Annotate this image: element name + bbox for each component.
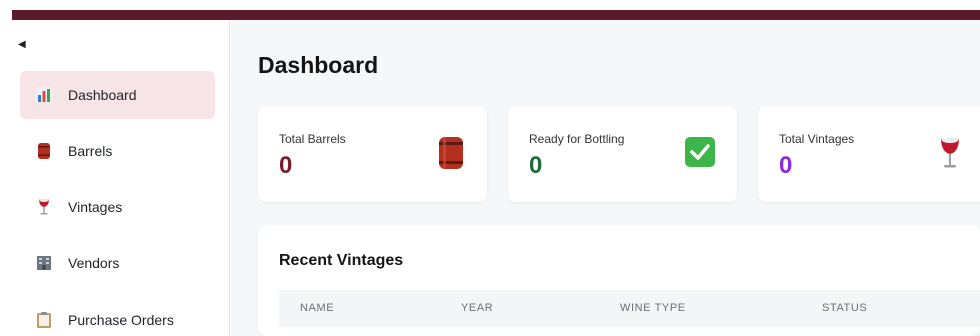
caret-left-icon: ◀ [18,39,26,50]
barrel-icon [34,141,54,161]
sidebar: ◀ Dashboard Barrels Vintages Vendors Pur… [0,20,230,336]
stat-label: Total Barrels [279,132,346,146]
brand-stripe [12,10,980,20]
stat-card-total-vintages: Total Vintages 0 [758,106,980,202]
recent-vintages-panel: Recent Vintages NAME YEAR WINE TYPE STAT… [258,225,980,336]
sidebar-item-label: Vintages [68,199,123,215]
column-header-status[interactable]: STATUS [822,302,867,314]
section-title: Recent Vintages [279,252,404,269]
sidebar-item-vintages[interactable]: Vintages [20,183,215,231]
sidebar-item-label: Purchase Orders [68,312,174,328]
sidebar-item-vendors[interactable]: Vendors [20,239,215,287]
column-header-year[interactable]: YEAR [461,302,493,314]
stat-value: 0 [779,152,793,179]
stat-value: 0 [279,152,293,179]
building-icon [34,253,54,273]
barrel-icon [434,136,468,172]
wine-glass-icon [934,136,968,172]
wine-glass-icon [34,197,54,217]
stat-value: 0 [529,152,543,179]
sidebar-item-purchase-orders[interactable]: Purchase Orders [20,296,215,336]
sidebar-item-barrels[interactable]: Barrels [20,127,215,175]
sidebar-item-dashboard[interactable]: Dashboard [20,71,215,119]
collapse-sidebar-button[interactable]: ◀ [18,40,26,50]
sidebar-item-label: Dashboard [68,87,137,103]
column-header-name[interactable]: NAME [300,302,334,314]
page-title: Dashboard [258,52,379,78]
bar-chart-icon [34,85,54,105]
main-content: Dashboard Total Barrels 0 Ready for Bott… [231,20,980,336]
column-header-wine-type[interactable]: WINE TYPE [620,302,686,314]
sidebar-item-label: Vendors [68,255,120,271]
stat-card-ready-for-bottling: Ready for Bottling 0 [508,106,737,202]
stat-label: Ready for Bottling [529,132,625,146]
stat-label: Total Vintages [779,132,855,146]
table-header: NAME YEAR WINE TYPE STATUS [279,290,980,327]
clipboard-icon [34,310,54,330]
sidebar-item-label: Barrels [68,143,113,159]
check-box-icon [684,136,718,172]
top-bar [0,0,980,20]
stat-card-total-barrels: Total Barrels 0 [258,106,487,202]
